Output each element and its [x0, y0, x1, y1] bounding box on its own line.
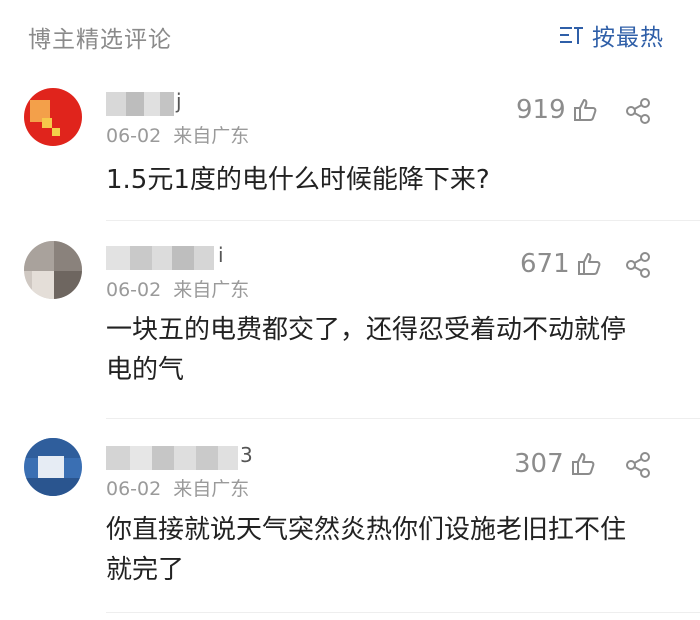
- comment-meta: 06-02 来自广东: [106, 275, 249, 302]
- comment-date: 06-02: [106, 279, 162, 301]
- comment-date: 06-02: [106, 478, 162, 500]
- comment-location: 来自广东: [173, 478, 250, 500]
- divider: [106, 418, 700, 419]
- divider: [106, 220, 700, 221]
- like-count: 307: [514, 449, 564, 479]
- share-icon[interactable]: [624, 97, 652, 125]
- like-count: 671: [520, 249, 570, 279]
- sort-label: 按最热: [592, 25, 664, 51]
- sort-lines-icon: [560, 27, 583, 44]
- like-button[interactable]: 919: [516, 95, 598, 125]
- comment-text: 1.5元1度的电什么时候能降下来?: [106, 165, 490, 195]
- thumbs-up-icon: [571, 453, 595, 475]
- like-count: 919: [516, 95, 566, 125]
- username[interactable]: 3: [106, 443, 256, 470]
- comment-location: 来自广东: [173, 125, 250, 147]
- comment-date: 06-02: [106, 125, 162, 147]
- comment-text: 你直接就说天气突然炎热你们设施老旧扛不住就完了: [106, 515, 627, 585]
- thumbs-up-icon: [573, 99, 597, 121]
- username-visible-part: i: [218, 243, 224, 267]
- username[interactable]: i: [106, 243, 256, 270]
- comment-meta: 06-02 来自广东: [106, 474, 249, 501]
- comment-text: 一块五的电费都交了，还得忍受着动不动就停电的气: [106, 315, 627, 385]
- section-title: 博主精选评论: [28, 27, 172, 53]
- sort-hot-button[interactable]: 按最热: [558, 18, 664, 52]
- like-button[interactable]: 671: [520, 249, 602, 279]
- avatar[interactable]: [24, 88, 82, 146]
- share-icon[interactable]: [624, 451, 652, 479]
- thumbs-up-icon: [577, 253, 601, 275]
- comment-meta: 06-02 来自广东: [106, 121, 249, 148]
- username-visible-part: 3: [240, 443, 253, 467]
- like-button[interactable]: 307: [514, 449, 596, 479]
- username[interactable]: j: [106, 89, 256, 116]
- comments-header: 博主精选评论 按最热: [0, 0, 700, 70]
- comment-location: 来自广东: [173, 279, 250, 301]
- share-icon[interactable]: [624, 251, 652, 279]
- divider: [106, 612, 700, 613]
- avatar[interactable]: [24, 241, 82, 299]
- avatar[interactable]: [24, 438, 82, 496]
- username-visible-part: j: [176, 89, 182, 113]
